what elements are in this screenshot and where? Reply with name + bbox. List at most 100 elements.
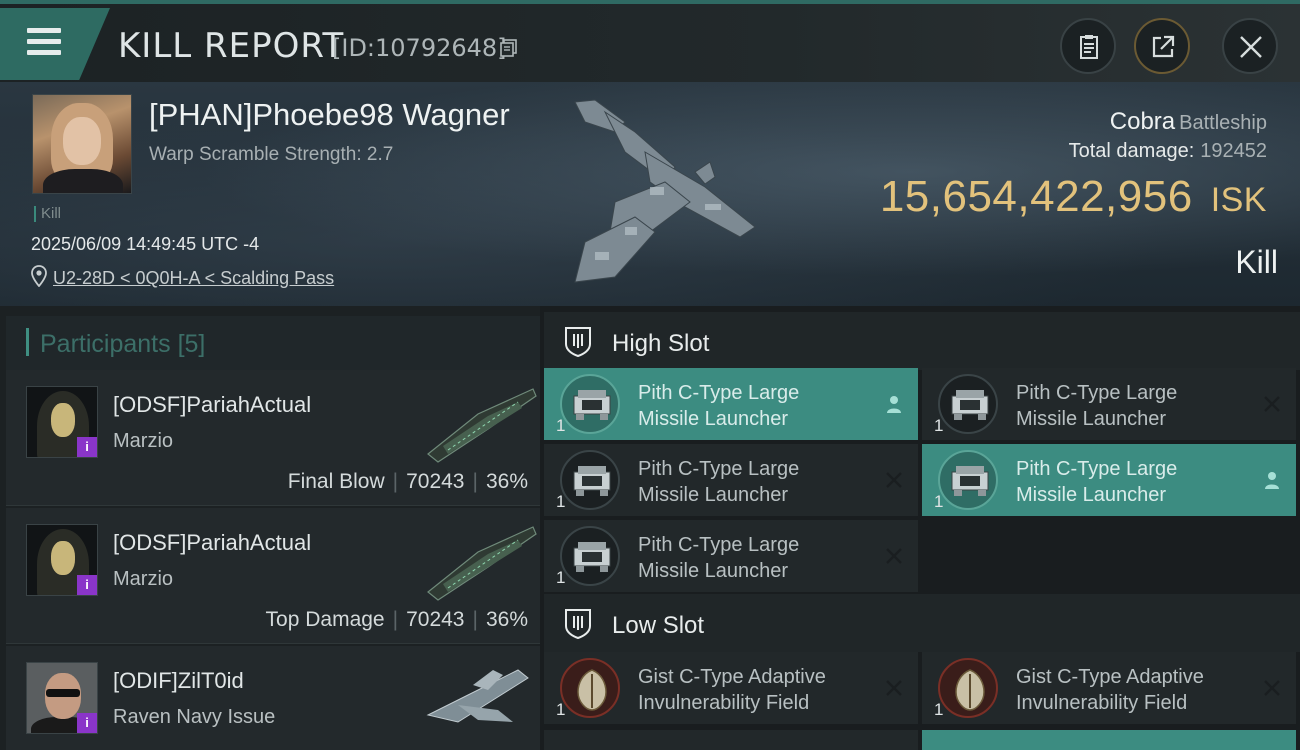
module-name: Pith C-Type Large Missile Launcher — [638, 456, 868, 508]
victim-ship-image — [574, 99, 756, 283]
invulnerability-field-icon — [560, 658, 620, 718]
module-quantity: 1 — [556, 568, 566, 587]
fitting-panel: High Slot 1 Pith C-Type Large Missile Lau… — [540, 306, 1300, 750]
cross-icon — [886, 472, 902, 488]
module-slot[interactable]: 1 Pith C-Type Large Missile Launcher — [922, 368, 1296, 440]
module-slot[interactable]: 1 Pith C-Type Large Missile Launcher — [544, 444, 918, 516]
participant-avatar[interactable]: i — [26, 386, 98, 458]
menu-button[interactable] — [0, 8, 110, 80]
share-button[interactable] — [1134, 18, 1190, 74]
participant-percent: 36% — [485, 608, 528, 631]
high-slot-header: High Slot — [544, 312, 1300, 370]
isk-unit: ISK — [1210, 181, 1267, 219]
total-damage-value: 192452 — [1200, 140, 1267, 162]
participants-header: Participants [5] — [6, 316, 540, 370]
clipboard-button[interactable] — [1060, 18, 1116, 74]
module-quantity: 1 — [934, 492, 944, 511]
module-slot[interactable]: 1 Gist C-Type Adaptive Invulnerability Fi… — [544, 652, 918, 724]
low-slot-label: Low Slot — [612, 612, 705, 639]
module-slot[interactable]: 1 Pith C-Type Large Missile Launcher — [544, 368, 918, 440]
module-slot[interactable]: 1 Pith C-Type Large Missile Launcher — [544, 520, 918, 592]
module-quantity: 1 — [556, 416, 566, 435]
module-name-line1: Gist C-Type Adaptive — [638, 666, 826, 688]
module-quantity: 1 — [556, 700, 566, 719]
module-name-line2: Missile Launcher — [1016, 484, 1167, 506]
kill-result: Kill — [1235, 244, 1278, 280]
cross-icon — [1264, 680, 1280, 696]
module-name-line1: Pith C-Type Large — [638, 382, 800, 404]
participant-damage: 70243 — [406, 470, 465, 493]
participant-ship-image — [427, 526, 537, 601]
module-name-line2: Invulnerability Field — [1016, 692, 1188, 714]
page-title: KILL REPORT — [118, 26, 345, 66]
module-name-line1: Pith C-Type Large — [638, 458, 800, 480]
module-name: Pith C-Type Large Missile Launcher — [638, 532, 868, 584]
top-bar: KILL REPORT [ID:10792648] — [0, 0, 1300, 82]
module-slot[interactable] — [544, 730, 918, 750]
participant-ship-image — [427, 388, 537, 463]
module-name-line1: Pith C-Type Large — [638, 534, 800, 556]
victim-name[interactable]: [PHAN]Phoebe98 Wagner — [149, 97, 510, 133]
module-quantity: 1 — [934, 700, 944, 719]
report-id: [ID:10792648] — [332, 34, 507, 62]
ship-name: Cobra — [1109, 108, 1176, 135]
participant-tag: Top Damage — [265, 608, 385, 631]
victim-avatar[interactable] — [32, 94, 132, 194]
total-damage-label: Total damage: — [1068, 140, 1195, 162]
participant-row[interactable]: i [ODSF]PariahActual Marzio Top Damage | 7… — [6, 508, 540, 644]
module-name-line2: Missile Launcher — [638, 560, 789, 582]
missile-launcher-icon — [938, 374, 998, 434]
share-icon — [1152, 35, 1175, 58]
module-name-line1: Pith C-Type Large — [1016, 458, 1178, 480]
isk-amount: 15,654,422,956 — [879, 172, 1193, 221]
participant-row[interactable]: i [ODIF]ZilT0id Raven Navy Issue — [6, 646, 540, 750]
module-name-line2: Missile Launcher — [1016, 408, 1167, 430]
location-pin-icon — [31, 265, 47, 287]
participant-avatar[interactable]: i — [26, 524, 98, 596]
participant-ship: Raven Navy Issue — [113, 706, 276, 728]
module-name: Gist C-Type Adaptive Invulnerability Fiel… — [1016, 664, 1246, 716]
copy-icon[interactable] — [500, 39, 518, 57]
module-slot[interactable]: 1 Gist C-Type Adaptive Invulnerability Fi… — [922, 652, 1296, 724]
hamburger-icon — [27, 28, 61, 61]
participant-stats: Final Blow | 70243 | 36% — [287, 470, 528, 493]
participant-name[interactable]: [ODSF]PariahActual — [113, 530, 311, 556]
participant-tag: Final Blow — [287, 470, 385, 493]
person-icon — [887, 396, 901, 413]
shield-slot-icon — [565, 327, 591, 358]
participant-stats: Top Damage | 70243 | 36% — [265, 608, 528, 631]
clipboard-icon — [1080, 35, 1098, 59]
participant-name[interactable]: [ODSF]PariahActual — [113, 392, 311, 418]
missile-launcher-icon — [560, 526, 620, 586]
participant-row[interactable]: i [ODSF]PariahActual Marzio Final Blow | 7… — [6, 370, 540, 506]
module-name: Pith C-Type Large Missile Launcher — [1016, 456, 1246, 508]
corp-info-badge[interactable]: i — [77, 575, 97, 595]
participant-percent: 36% — [485, 470, 528, 493]
module-name-line2: Missile Launcher — [638, 408, 789, 430]
missile-launcher-icon — [560, 450, 620, 510]
victim-summary: [PHAN]Phoebe98 Wagner Warp Scramble Stre… — [0, 82, 1300, 306]
ship-class: Battleship — [1179, 112, 1267, 134]
participant-ship: Marzio — [113, 430, 174, 452]
isk-value: 15,654,422,956 ISK — [880, 172, 1267, 222]
kill-tag: Kill — [34, 206, 61, 222]
corp-info-badge[interactable]: i — [77, 713, 97, 733]
module-slot[interactable]: 1 Pith C-Type Large Missile Launcher — [922, 444, 1296, 516]
missile-launcher-icon — [560, 374, 620, 434]
kill-location-link[interactable]: U2-28D < 0Q0H-A < Scalding Pass — [53, 268, 334, 289]
invulnerability-field-icon — [938, 658, 998, 718]
module-name: Gist C-Type Adaptive Invulnerability Fiel… — [638, 664, 868, 716]
module-name-line2: Invulnerability Field — [638, 692, 810, 714]
corp-info-badge[interactable]: i — [77, 437, 97, 457]
participant-avatar[interactable]: i — [26, 662, 98, 734]
participant-ship: Marzio — [113, 568, 174, 590]
participant-ship-image — [426, 669, 529, 723]
missile-launcher-icon — [938, 450, 998, 510]
module-slot[interactable] — [922, 730, 1296, 750]
close-button[interactable] — [1222, 18, 1278, 74]
module-name-line1: Gist C-Type Adaptive — [1016, 666, 1204, 688]
participant-name[interactable]: [ODIF]ZilT0id — [113, 668, 244, 694]
shield-slot-icon — [565, 609, 591, 640]
cross-icon — [886, 548, 902, 564]
total-damage: Total damage: 192452 — [1069, 140, 1267, 163]
